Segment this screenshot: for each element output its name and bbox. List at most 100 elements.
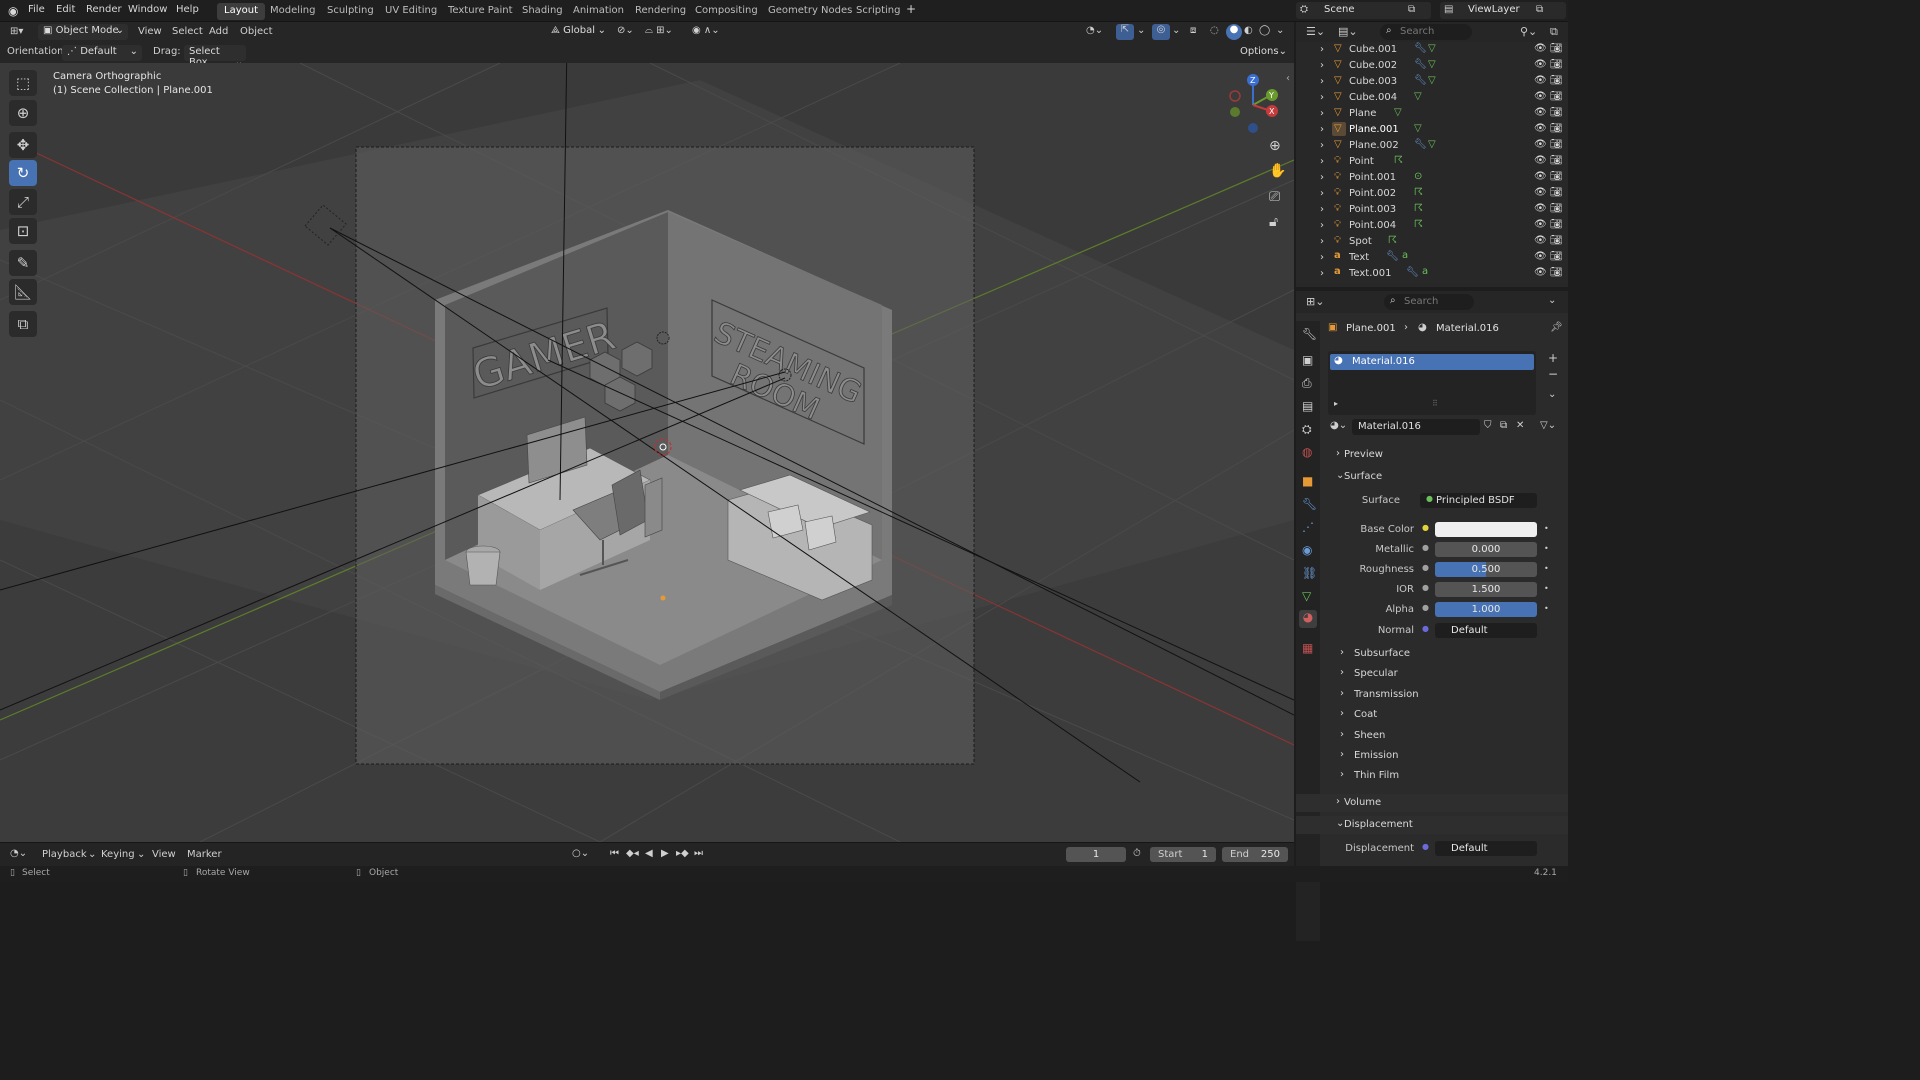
orientation-dropdown[interactable]: ⋰ Default ⌄	[62, 45, 142, 61]
chevron-right-icon[interactable]: ›	[1320, 140, 1324, 151]
new-collection-icon[interactable]: ⧉	[1550, 25, 1558, 39]
tab-compositing[interactable]: Compositing	[688, 3, 765, 20]
camera-render-icon[interactable]: 📷︎	[1550, 155, 1563, 166]
next-keyframe-icon[interactable]: ▸◆	[676, 848, 689, 859]
outliner-item[interactable]: › ▽ Plane.002 🔧︎ ▽ 👁︎ 📷︎	[1296, 138, 1568, 154]
select-box-tool-icon[interactable]: ⬚	[9, 70, 37, 96]
chevron-right-icon[interactable]: ›	[1320, 188, 1324, 199]
outliner-item[interactable]: › ▽ Plane.001 ▽ 👁︎ 📷︎	[1296, 122, 1568, 138]
camera-render-icon[interactable]: 📷︎	[1550, 267, 1563, 278]
properties-editor-icon[interactable]: ⊞⌄	[1306, 295, 1324, 308]
timeline-editor-icon[interactable]: ◔⌄	[10, 848, 27, 859]
menu-window[interactable]: Window	[128, 4, 167, 15]
chevron-right-icon[interactable]: ›	[1320, 236, 1324, 247]
chevron-down-icon[interactable]: ⌄	[1548, 389, 1556, 400]
chevron-right-icon[interactable]: ›	[1320, 172, 1324, 183]
sheen-section[interactable]: › Sheen	[1296, 727, 1568, 745]
eye-icon[interactable]: 👁︎	[1534, 75, 1547, 86]
rotate-tool-icon[interactable]: ↻	[9, 160, 37, 186]
outliner-item[interactable]: › 💡︎ Point.003 ☈ 👁︎ 📷︎	[1296, 202, 1568, 218]
drag-dropdown[interactable]: Select Box⌄	[184, 45, 246, 68]
mode-dropdown[interactable]: ▣ Object Mode ⌄	[38, 24, 128, 40]
output-tab-icon[interactable]: ⎙	[1302, 376, 1312, 391]
subsurface-section[interactable]: › Subsurface	[1296, 645, 1568, 663]
blender-logo-icon[interactable]: ◉	[8, 4, 18, 18]
prev-keyframe-icon[interactable]: ◆◂	[626, 848, 639, 859]
displacement-section[interactable]: ⌄ Displacement	[1296, 816, 1568, 834]
3d-viewport[interactable]: GAMER STEAMING ROOM Camera Orthographic …	[0, 63, 1294, 842]
outliner-item[interactable]: › ▽ Cube.001 🔧︎ ▽ 👁︎ 📷︎	[1296, 42, 1568, 58]
expand-icon[interactable]: ▸	[1334, 399, 1338, 408]
keyframe-dot-icon[interactable]: •	[1544, 524, 1549, 533]
measure-tool-icon[interactable]: 📐︎	[9, 279, 37, 305]
navigation-gizmo[interactable]: Z Y X	[1225, 73, 1285, 135]
sidebar-toggle-icon[interactable]: ‹	[1286, 73, 1290, 84]
timeline-view-menu[interactable]: View	[152, 849, 176, 860]
camera-view-icon[interactable]: ⎚	[1269, 189, 1280, 205]
browse-material-icon[interactable]: ◕⌄	[1330, 420, 1347, 431]
marker-menu[interactable]: Marker	[187, 849, 222, 860]
alpha-slider[interactable]: 1.000	[1435, 602, 1537, 617]
outliner-item[interactable]: › a Text 🔧︎ a 👁︎ 📷︎	[1296, 250, 1568, 266]
camera-render-icon[interactable]: 📷︎	[1550, 91, 1563, 102]
tab-sculpting[interactable]: Sculpting	[320, 3, 381, 20]
camera-render-icon[interactable]: 📷︎	[1550, 219, 1563, 230]
eye-icon[interactable]: 👁︎	[1534, 187, 1547, 198]
filter-icon[interactable]: ⚲⌄	[1520, 25, 1537, 38]
keying-menu[interactable]: Keying	[101, 849, 135, 860]
chevron-right-icon[interactable]: ›	[1320, 44, 1324, 55]
keyframe-dot-icon[interactable]: •	[1544, 584, 1549, 593]
cursor-tool-icon[interactable]: ⊕	[9, 100, 37, 126]
tab-modeling[interactable]: Modeling	[263, 3, 323, 20]
tab-texture-paint[interactable]: Texture Paint	[441, 3, 520, 20]
editor-type-icon[interactable]: ⊞▾	[10, 26, 23, 37]
menu-file[interactable]: File	[28, 4, 45, 15]
camera-render-icon[interactable]: 📷︎	[1550, 171, 1563, 182]
normal-field[interactable]: Default	[1435, 623, 1537, 638]
proportional-edit-icon[interactable]: ◉ ∧⌄	[692, 25, 720, 36]
playback-menu[interactable]: Playback	[42, 849, 87, 860]
display-mode-icon[interactable]: ▤⌄	[1338, 25, 1358, 38]
eye-icon[interactable]: 👁︎	[1534, 267, 1547, 278]
tab-shading[interactable]: Shading	[515, 3, 570, 20]
roughness-slider[interactable]: 0.500	[1435, 562, 1537, 577]
scene-selector[interactable]: ⛭ Scene ⧉	[1296, 2, 1431, 19]
view-menu[interactable]: View	[138, 26, 162, 37]
eye-icon[interactable]: 👁︎	[1534, 235, 1547, 246]
camera-render-icon[interactable]: 📷︎	[1550, 107, 1563, 118]
outliner-search-input[interactable]: ⌕ Search	[1380, 24, 1472, 40]
chevron-right-icon[interactable]: ›	[1320, 108, 1324, 119]
thin-film-section[interactable]: › Thin Film	[1296, 767, 1568, 785]
eye-icon[interactable]: 👁︎	[1534, 171, 1547, 182]
camera-render-icon[interactable]: 📷︎	[1550, 75, 1563, 86]
scene-tab-icon[interactable]: ⛭	[1302, 422, 1312, 437]
scale-tool-icon[interactable]: ⤢	[9, 189, 37, 215]
keyframe-dot-icon[interactable]: •	[1544, 544, 1549, 553]
surface-shader-field[interactable]: ● Principled BSDF	[1420, 493, 1537, 508]
fake-user-shield-icon[interactable]: ⛉	[1484, 420, 1492, 431]
eye-icon[interactable]: 👁︎	[1534, 107, 1547, 118]
camera-render-icon[interactable]: 📷︎	[1550, 203, 1563, 214]
metallic-field[interactable]: 0.000	[1435, 542, 1537, 557]
menu-render[interactable]: Render	[86, 4, 122, 15]
chevron-right-icon[interactable]: ›	[1320, 204, 1324, 215]
chevron-down-icon[interactable]: ⌄	[1172, 25, 1180, 36]
play-reverse-icon[interactable]: ◀	[645, 848, 653, 859]
link-data-icon[interactable]: ▽⌄	[1540, 420, 1556, 431]
tab-animation[interactable]: Animation	[566, 3, 631, 20]
properties-search-input[interactable]: ⌕ Search	[1384, 294, 1474, 310]
new-scene-icon[interactable]: ⧉	[1408, 4, 1415, 15]
annotate-tool-icon[interactable]: ✎	[9, 250, 37, 276]
transmission-section[interactable]: › Transmission	[1296, 686, 1568, 704]
eye-icon[interactable]: 👁︎	[1534, 219, 1547, 230]
chevron-right-icon[interactable]: ›	[1320, 252, 1324, 263]
transform-orientation-dropdown[interactable]: ⟁ Global ⌄	[546, 24, 608, 40]
move-tool-icon[interactable]: ✥	[9, 132, 37, 158]
material-slot-item[interactable]: ◕ Material.016	[1330, 354, 1534, 370]
add-slot-icon[interactable]: +	[1548, 351, 1558, 365]
base-color-swatch[interactable]	[1435, 522, 1537, 537]
chevron-down-icon[interactable]: ⌄	[1137, 25, 1145, 36]
outliner-item[interactable]: › a Text.001 🔧︎ a 👁︎ 📷︎	[1296, 266, 1568, 282]
add-menu[interactable]: Add	[209, 26, 228, 37]
overlay-toggle-icon[interactable]: ◎	[1152, 24, 1170, 40]
